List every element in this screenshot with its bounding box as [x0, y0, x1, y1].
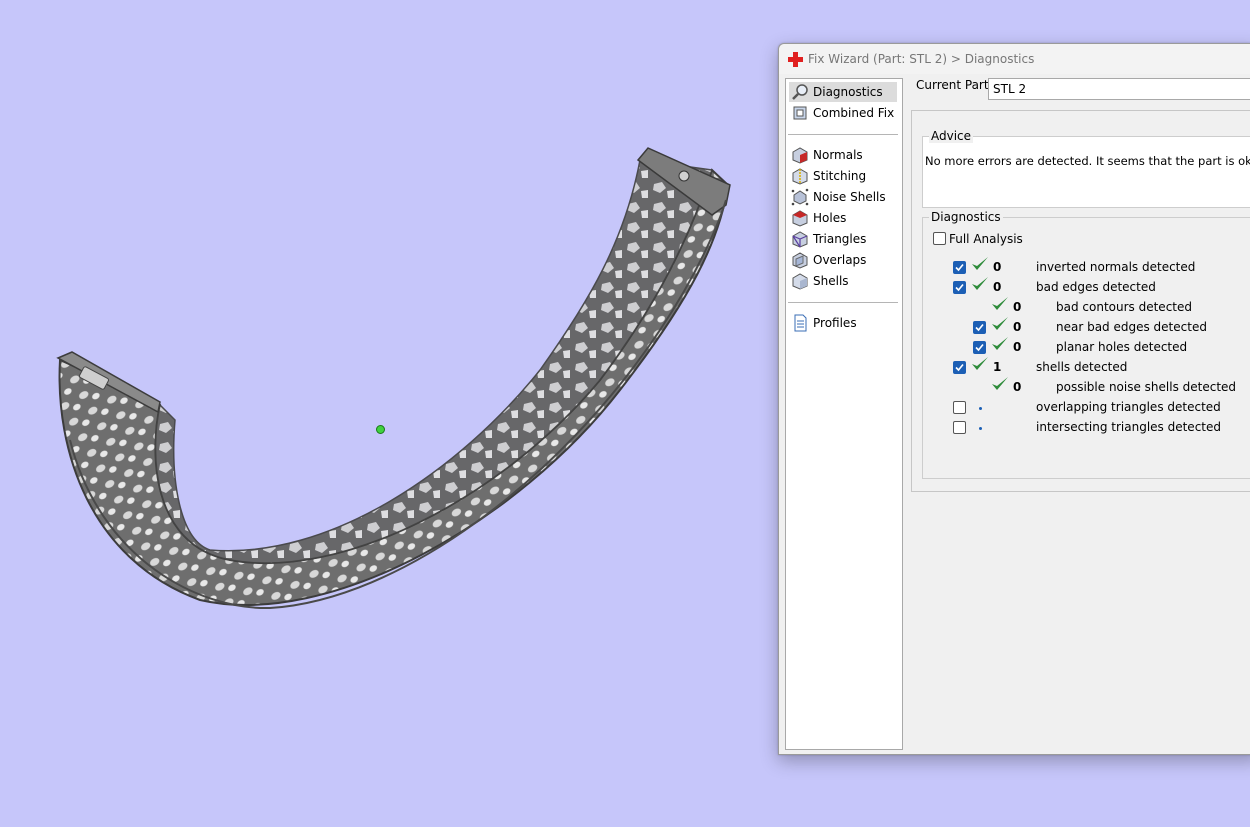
document-icon [794, 314, 807, 332]
green-check-icon [972, 357, 988, 370]
bad-contours-label: bad contours detected [1056, 300, 1192, 314]
red-cross-icon [788, 52, 803, 67]
near-bad-edges-checkbox[interactable] [973, 321, 986, 334]
advice-text: No more errors are detected. It seems th… [925, 154, 1250, 168]
green-check-icon [972, 277, 988, 290]
sidebar-item-label: Triangles [813, 232, 867, 246]
current-part-label: Current Part: [916, 78, 993, 92]
bad-contours-count: 0 [1013, 300, 1022, 314]
shells-count: 1 [993, 360, 1002, 374]
diagnostics-group: Diagnostics Full Analysis 0 inverted nor… [922, 210, 1250, 479]
sidebar-item-normals[interactable]: Normals [789, 145, 897, 165]
sidebar-item-label: Overlaps [813, 253, 867, 267]
bad-edges-label: bad edges detected [1036, 280, 1156, 294]
noise-shells-label: possible noise shells detected [1056, 380, 1237, 394]
planar-holes-count: 0 [1013, 340, 1022, 354]
sidebar-item-triangles[interactable]: Triangles [789, 229, 897, 249]
magnifier-icon [792, 84, 808, 100]
sidebar-item-label: Normals [813, 148, 863, 162]
noise-shells-count: 0 [1013, 380, 1022, 394]
overlaps-cube-icon [792, 252, 808, 269]
full-analysis-label: Full Analysis [949, 232, 1023, 246]
green-check-icon [972, 257, 988, 270]
inverted-normals-checkbox[interactable] [953, 261, 966, 274]
sidebar-item-label: Stitching [813, 169, 867, 183]
diagnostics-title: Diagnostics [929, 210, 1003, 224]
sidebar-item-label: Combined Fix [813, 106, 895, 120]
green-check-icon [992, 317, 1008, 330]
green-check-icon [992, 337, 1008, 350]
green-check-icon [992, 377, 1008, 390]
bad-edges-checkbox[interactable] [953, 281, 966, 294]
stitching-cube-icon [792, 168, 808, 185]
sidebar-divider [788, 302, 898, 303]
intersecting-triangles-label: intersecting triangles detected [1036, 420, 1221, 434]
sidebar-item-overlaps[interactable]: Overlaps [789, 250, 897, 270]
advice-title: Advice [929, 129, 974, 143]
sidebar-item-holes[interactable]: Holes [789, 208, 897, 228]
overlapping-triangles-label: overlapping triangles detected [1036, 400, 1221, 414]
near-bad-edges-count: 0 [1013, 320, 1022, 334]
combined-fix-icon [793, 106, 807, 120]
triangles-cube-icon [792, 231, 808, 248]
inverted-normals-label: inverted normals detected [1036, 260, 1196, 274]
holes-cube-icon [792, 210, 808, 227]
sidebar-item-shells[interactable]: Shells [789, 271, 897, 291]
sidebar-item-label: Diagnostics [813, 85, 883, 99]
noise-shells-icon [791, 188, 809, 206]
wizard-sidebar: Diagnostics Combined Fix Normals Stitchi… [785, 78, 903, 750]
shells-checkbox[interactable] [953, 361, 966, 374]
shells-cube-icon [792, 273, 808, 290]
rotation-center-marker [376, 425, 385, 434]
inverted-normals-count: 0 [993, 260, 1002, 274]
pending-dot-icon [979, 407, 982, 410]
shells-label: shells detected [1036, 360, 1128, 374]
title-bar[interactable]: Fix Wizard (Part: STL 2) > Diagnostics [779, 44, 1250, 74]
sidebar-item-label: Profiles [813, 316, 857, 330]
sidebar-item-combined-fix[interactable]: Combined Fix [789, 103, 897, 123]
advice-group: Advice No more errors are detected. It s… [922, 129, 1250, 208]
planar-holes-label: planar holes detected [1056, 340, 1188, 354]
diagnostics-page: Advice No more errors are detected. It s… [911, 110, 1250, 492]
overlapping-triangles-checkbox[interactable] [953, 401, 966, 414]
window-title: Fix Wizard (Part: STL 2) > Diagnostics [808, 52, 1035, 66]
sidebar-divider [788, 134, 898, 135]
normals-cube-icon [792, 147, 808, 164]
bad-edges-count: 0 [993, 280, 1002, 294]
sidebar-item-diagnostics[interactable]: Diagnostics [789, 82, 897, 102]
planar-holes-checkbox[interactable] [973, 341, 986, 354]
sidebar-item-label: Shells [813, 274, 849, 288]
sidebar-item-noise-shells[interactable]: Noise Shells [789, 187, 897, 207]
near-bad-edges-label: near bad edges detected [1056, 320, 1207, 334]
sidebar-item-profiles[interactable]: Profiles [789, 313, 897, 333]
pending-dot-icon [979, 427, 982, 430]
current-part-value: STL 2 [993, 82, 1027, 96]
full-analysis-checkbox[interactable] [933, 232, 946, 245]
green-check-icon [992, 297, 1008, 310]
sidebar-item-label: Holes [813, 211, 847, 225]
fix-wizard-dialog: Fix Wizard (Part: STL 2) > Diagnostics D… [778, 43, 1250, 755]
intersecting-triangles-checkbox[interactable] [953, 421, 966, 434]
sidebar-item-label: Noise Shells [813, 190, 886, 204]
current-part-field[interactable]: STL 2 [988, 78, 1250, 100]
sidebar-item-stitching[interactable]: Stitching [789, 166, 897, 186]
